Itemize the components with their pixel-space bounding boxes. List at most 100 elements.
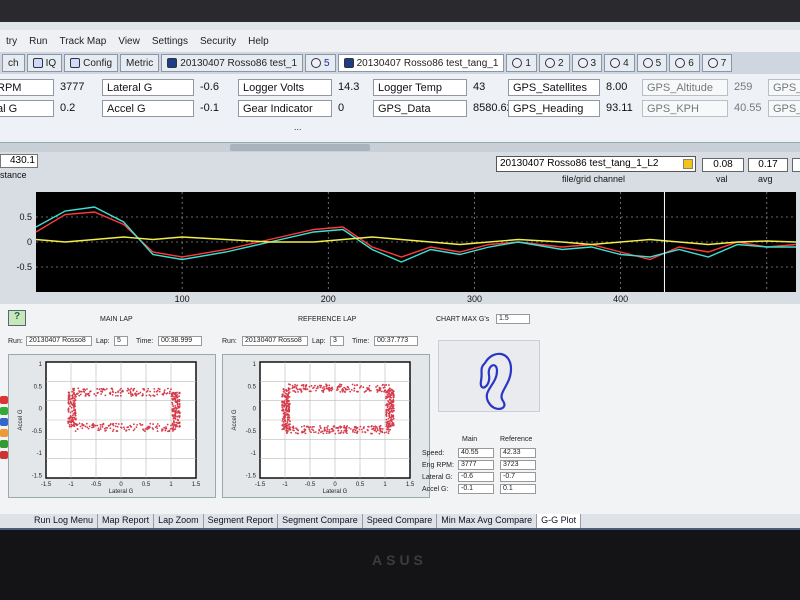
gg-point — [337, 429, 340, 432]
gg-point — [93, 424, 96, 427]
tab-label: ch — [8, 57, 19, 69]
tool-red-icon[interactable] — [0, 396, 8, 404]
gg-point — [343, 426, 346, 429]
swirl-icon — [707, 58, 718, 68]
readout-gps-altitude[interactable]: GPS_Altitude 259 — [642, 78, 752, 96]
menu-item-help[interactable]: Help — [242, 36, 275, 47]
gg-point — [114, 425, 117, 428]
tab-lap-7[interactable]: 7 — [701, 54, 733, 72]
ref-time-field[interactable]: 00:37.773 — [374, 336, 418, 346]
menu-item-view[interactable]: View — [112, 36, 146, 47]
gg-point — [146, 389, 149, 392]
tab-label: 1 — [525, 57, 531, 69]
readouts-scrollbar[interactable] — [0, 142, 800, 152]
chart-max-input[interactable]: 1.5 — [496, 314, 530, 324]
gg-point — [383, 386, 386, 389]
gg-y-axis-label: Accel G — [232, 409, 238, 430]
tab-run-log-menu[interactable]: Run Log Menu — [30, 514, 99, 528]
readout-gear-indicator[interactable]: Gear Indicator 0 — [238, 99, 344, 117]
menu-item-run[interactable]: Run — [23, 36, 53, 47]
tab-metric[interactable]: Metric — [120, 54, 160, 72]
main-run-field[interactable]: 20130407 Rosso8 — [26, 336, 92, 346]
tab-file-test-tang-1[interactable]: 20130407 Rosso86 test_tang_1 — [337, 54, 505, 72]
tab-file-test-1[interactable]: 20130407 Rosso86 test_1 — [161, 54, 304, 72]
main-lap-field[interactable]: 5 — [114, 336, 128, 346]
tab-lap-4[interactable]: 4 — [604, 54, 635, 72]
tab-ch[interactable]: ch — [2, 54, 25, 72]
main-gg-plot[interactable]: 1 0.5 0 -0.5 -1 -1.5 -1.5 -1 -0.5 0 0.5 1 1.5 Lateral… — [8, 354, 216, 498]
readout-gps-extra-2[interactable]: GPS_ — [768, 99, 800, 117]
gg-point — [387, 408, 390, 411]
reference-gg-plot[interactable]: 1 0.5 0 -0.5 -1 -1.5 -1.5 -1 -0.5 0 0.5 1 1.5 Lateral… — [222, 354, 430, 498]
menu-item-security[interactable]: Security — [194, 36, 242, 47]
tab-lap-2[interactable]: 2 — [538, 54, 570, 72]
channel-line-chart[interactable]: 0.5 0 -0.5 100 200 300 400 — [0, 188, 800, 304]
gg-point — [341, 390, 344, 393]
ref-run-field[interactable]: 20130407 Rosso8 — [242, 336, 308, 346]
readout-logger-volts[interactable]: Logger Volts 14.3 — [238, 78, 359, 96]
tab-speed-compare[interactable]: Speed Compare — [363, 514, 438, 528]
gg-point — [136, 423, 139, 426]
tool-green2-icon[interactable] — [0, 440, 8, 448]
readout-gps-heading[interactable]: GPS_Heading 93.11 — [508, 99, 633, 117]
help-button[interactable]: ? — [8, 310, 26, 326]
menu-item-track-map[interactable]: Track Map — [53, 36, 112, 47]
menu-item-entry[interactable]: try — [0, 36, 23, 47]
ref-lap-field[interactable]: 3 — [330, 336, 344, 346]
tab-gg-plot[interactable]: G-G Plot — [537, 514, 582, 528]
gg-point — [303, 428, 306, 431]
config-icon — [70, 58, 81, 68]
main-time-field[interactable]: 00:38.999 — [158, 336, 202, 346]
readout-rpm[interactable]: RPM 3777 — [0, 78, 94, 96]
gg-point — [302, 387, 305, 390]
readout-gps-satellites[interactable]: GPS_Satellites 8.00 — [508, 78, 627, 96]
gg-point — [153, 387, 156, 390]
readout-lateral-g[interactable]: Lateral G -0.6 — [102, 78, 219, 96]
menu-item-settings[interactable]: Settings — [146, 36, 194, 47]
gg-point — [135, 426, 138, 429]
tool-blue-icon[interactable] — [0, 418, 8, 426]
tab-lap-zoom[interactable]: Lap Zoom — [154, 514, 204, 528]
gg-point — [149, 395, 152, 397]
gg-point — [178, 403, 181, 405]
readout-gps-data[interactable]: GPS_Data 8580.624 — [373, 99, 519, 117]
tool-red2-icon[interactable] — [0, 451, 8, 459]
gg-point — [171, 403, 174, 406]
gg-point — [285, 413, 288, 416]
tab-min-max-avg-compare[interactable]: Min Max Avg Compare — [437, 514, 538, 528]
gg-point — [322, 432, 325, 435]
tab-lap-3[interactable]: 3 — [571, 54, 603, 72]
gg-point — [290, 431, 293, 434]
readouts-more[interactable]: ... — [294, 122, 302, 132]
tab-map-report[interactable]: Map Report — [98, 514, 155, 528]
readout-gps-extra[interactable]: GPS_ — [768, 78, 800, 96]
readout-label: Accel G — [102, 99, 194, 117]
tab-lap-1[interactable]: 1 — [506, 54, 537, 72]
gg-point — [135, 390, 138, 393]
tab-config[interactable]: Config — [64, 54, 119, 72]
tab-lap-5b[interactable]: 5 — [636, 54, 668, 72]
gg-point — [161, 428, 163, 431]
tab-lap-5[interactable]: 5 — [305, 54, 336, 72]
track-map[interactable] — [438, 340, 540, 412]
readout-accel-g[interactable]: Accel G -0.1 — [102, 99, 219, 117]
tab-segment-report[interactable]: Segment Report — [204, 514, 279, 528]
scrollbar-thumb[interactable] — [230, 144, 370, 151]
readout-logger-temp[interactable]: Logger Temp 43 — [373, 78, 485, 96]
gg-point — [96, 388, 99, 390]
tab-iq[interactable]: IQ — [26, 54, 63, 72]
channel-color-swatch[interactable] — [683, 159, 693, 169]
gg-y-axis-label: Accel G — [18, 409, 24, 430]
gg-point — [319, 386, 322, 389]
gg-point — [161, 393, 164, 396]
tab-lap-6[interactable]: 6 — [669, 54, 700, 72]
gg-point — [143, 388, 145, 390]
gg-point — [392, 396, 395, 398]
readout-gps-kph[interactable]: GPS_KPH 40.55 — [642, 99, 762, 117]
tool-green-icon[interactable] — [0, 407, 8, 415]
gg-x-axis-label: Lateral G — [109, 489, 134, 495]
file-channel-select[interactable]: 20130407 Rosso86 test_tang_1_L2 — [496, 156, 696, 172]
tab-segment-compare[interactable]: Segment Compare — [278, 514, 363, 528]
readout-lateral-g-short[interactable]: al G 0.2 — [0, 99, 75, 117]
tool-orange-icon[interactable] — [0, 429, 8, 437]
